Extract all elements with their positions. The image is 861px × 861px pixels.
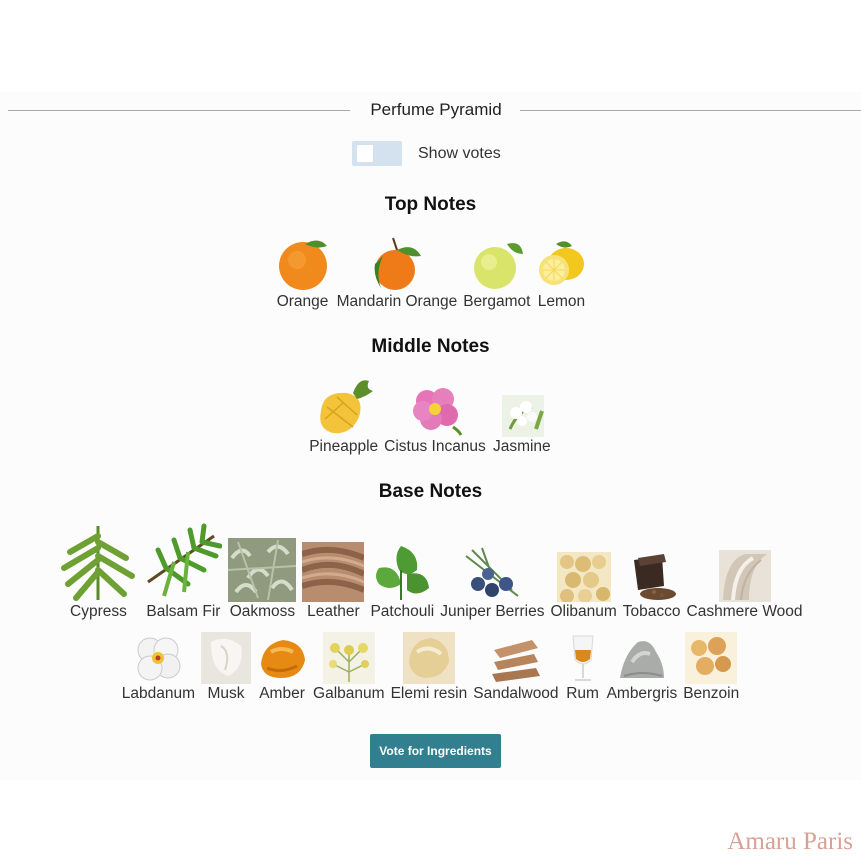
note-label: Ambergris [606, 685, 678, 702]
galbanum-icon [322, 632, 375, 684]
note-tobacco[interactable]: Tobacco [623, 522, 681, 622]
pyramid-title: Perfume Pyramid [352, 98, 520, 122]
base-notes-row-2: Labdanum Musk Amber Galbanum Elemi resin… [0, 632, 861, 704]
note-label: Bergamot [463, 293, 531, 310]
note-elemi-resin[interactable]: Elemi resin [390, 632, 468, 704]
note-cistus-incanus[interactable]: Cistus Incanus [384, 377, 486, 457]
note-label: Galbanum [313, 685, 385, 702]
middle-notes-row: Pineapple Cistus Incanus Jasmine [0, 377, 861, 457]
note-galbanum[interactable]: Galbanum [313, 632, 385, 704]
note-oakmoss[interactable]: Oakmoss [228, 522, 297, 622]
leather-icon [302, 542, 365, 602]
note-orange[interactable]: Orange [275, 236, 331, 312]
note-label: Balsam Fir [146, 603, 221, 620]
note-cashmere-wood[interactable]: Cashmere Wood [687, 522, 803, 622]
show-votes-label: Show votes [418, 145, 501, 162]
orange-icon [275, 236, 331, 292]
sandalwood-icon [490, 632, 542, 684]
tobacco-icon [624, 550, 680, 602]
note-jasmine[interactable]: Jasmine [492, 377, 552, 457]
bergamot-icon [469, 236, 525, 292]
note-label: Labdanum [121, 685, 196, 702]
note-pineapple[interactable]: Pineapple [309, 377, 378, 457]
mandarin-icon [369, 236, 425, 292]
amber-icon [257, 632, 307, 684]
note-label: Patchouli [370, 603, 435, 620]
note-label: Cistus Incanus [384, 438, 486, 455]
note-label: Benzoin [683, 685, 740, 702]
note-label: Amber [259, 685, 305, 702]
base-notes-row-1: Cypress Balsam Fir Oakmoss Leather Patch… [0, 522, 861, 622]
note-olibanum[interactable]: Olibanum [550, 522, 617, 622]
patchouli-icon [371, 542, 433, 602]
note-label: Juniper Berries [440, 603, 545, 620]
note-label: Mandarin Orange [336, 293, 458, 310]
note-leather[interactable]: Leather [302, 522, 365, 622]
toggle-knob [357, 145, 373, 162]
note-balsam-fir[interactable]: Balsam Fir [144, 522, 223, 622]
note-bergamot[interactable]: Bergamot [463, 236, 530, 312]
note-lemon[interactable]: Lemon [536, 236, 586, 312]
note-mandarin-orange[interactable]: Mandarin Orange [336, 236, 458, 312]
cistus-flower-icon [407, 377, 463, 437]
musk-icon [201, 632, 252, 684]
base-notes-title: Base Notes [378, 481, 483, 502]
top-notes-row: Orange Mandarin Orange Bergamot Lemon [0, 236, 861, 312]
ambergris-icon [616, 632, 668, 684]
note-label: Olibanum [550, 603, 617, 620]
rum-icon [565, 632, 601, 684]
note-labdanum[interactable]: Labdanum [122, 632, 195, 704]
note-label: Musk [207, 685, 245, 702]
note-label: Elemi resin [390, 685, 468, 702]
olibanum-icon [556, 552, 611, 602]
note-label: Sandalwood [473, 685, 559, 702]
note-label: Lemon [537, 293, 586, 310]
note-label: Tobacco [622, 603, 681, 620]
note-label: Cashmere Wood [686, 603, 803, 620]
note-label: Leather [307, 603, 360, 620]
note-label: Pineapple [309, 438, 379, 455]
top-notes-title: Top Notes [384, 194, 477, 215]
show-votes-toggle[interactable] [352, 141, 402, 166]
note-label: Cypress [70, 603, 127, 620]
fir-icon [144, 522, 223, 602]
note-label: Orange [276, 293, 329, 310]
elemi-resin-icon [402, 632, 455, 684]
lemon-icon [536, 236, 586, 292]
note-cypress[interactable]: Cypress [58, 522, 138, 622]
note-amber[interactable]: Amber [257, 632, 307, 704]
watermark: Amaru Paris [727, 828, 853, 855]
title-divider-right [520, 110, 861, 111]
note-label: Rum [566, 685, 599, 702]
cashmere-wood-icon [718, 550, 771, 602]
labdanum-icon [132, 632, 184, 684]
note-label: Jasmine [492, 438, 551, 455]
note-juniper-berries[interactable]: Juniper Berries [440, 522, 544, 622]
benzoin-icon [685, 632, 738, 684]
oakmoss-icon [228, 538, 297, 602]
note-label: Oakmoss [229, 603, 296, 620]
note-ambergris[interactable]: Ambergris [606, 632, 678, 704]
cypress-icon [58, 522, 138, 602]
juniper-icon [462, 546, 522, 602]
note-benzoin[interactable]: Benzoin [683, 632, 739, 704]
note-rum[interactable]: Rum [565, 632, 601, 704]
jasmine-icon [492, 377, 552, 437]
title-divider-left [8, 110, 350, 111]
note-musk[interactable]: Musk [201, 632, 252, 704]
pineapple-icon [313, 377, 375, 437]
note-patchouli[interactable]: Patchouli [370, 522, 434, 622]
vote-for-ingredients-button[interactable]: Vote for Ingredients [370, 734, 501, 768]
note-sandalwood[interactable]: Sandalwood [473, 632, 559, 704]
middle-notes-title: Middle Notes [371, 336, 490, 357]
